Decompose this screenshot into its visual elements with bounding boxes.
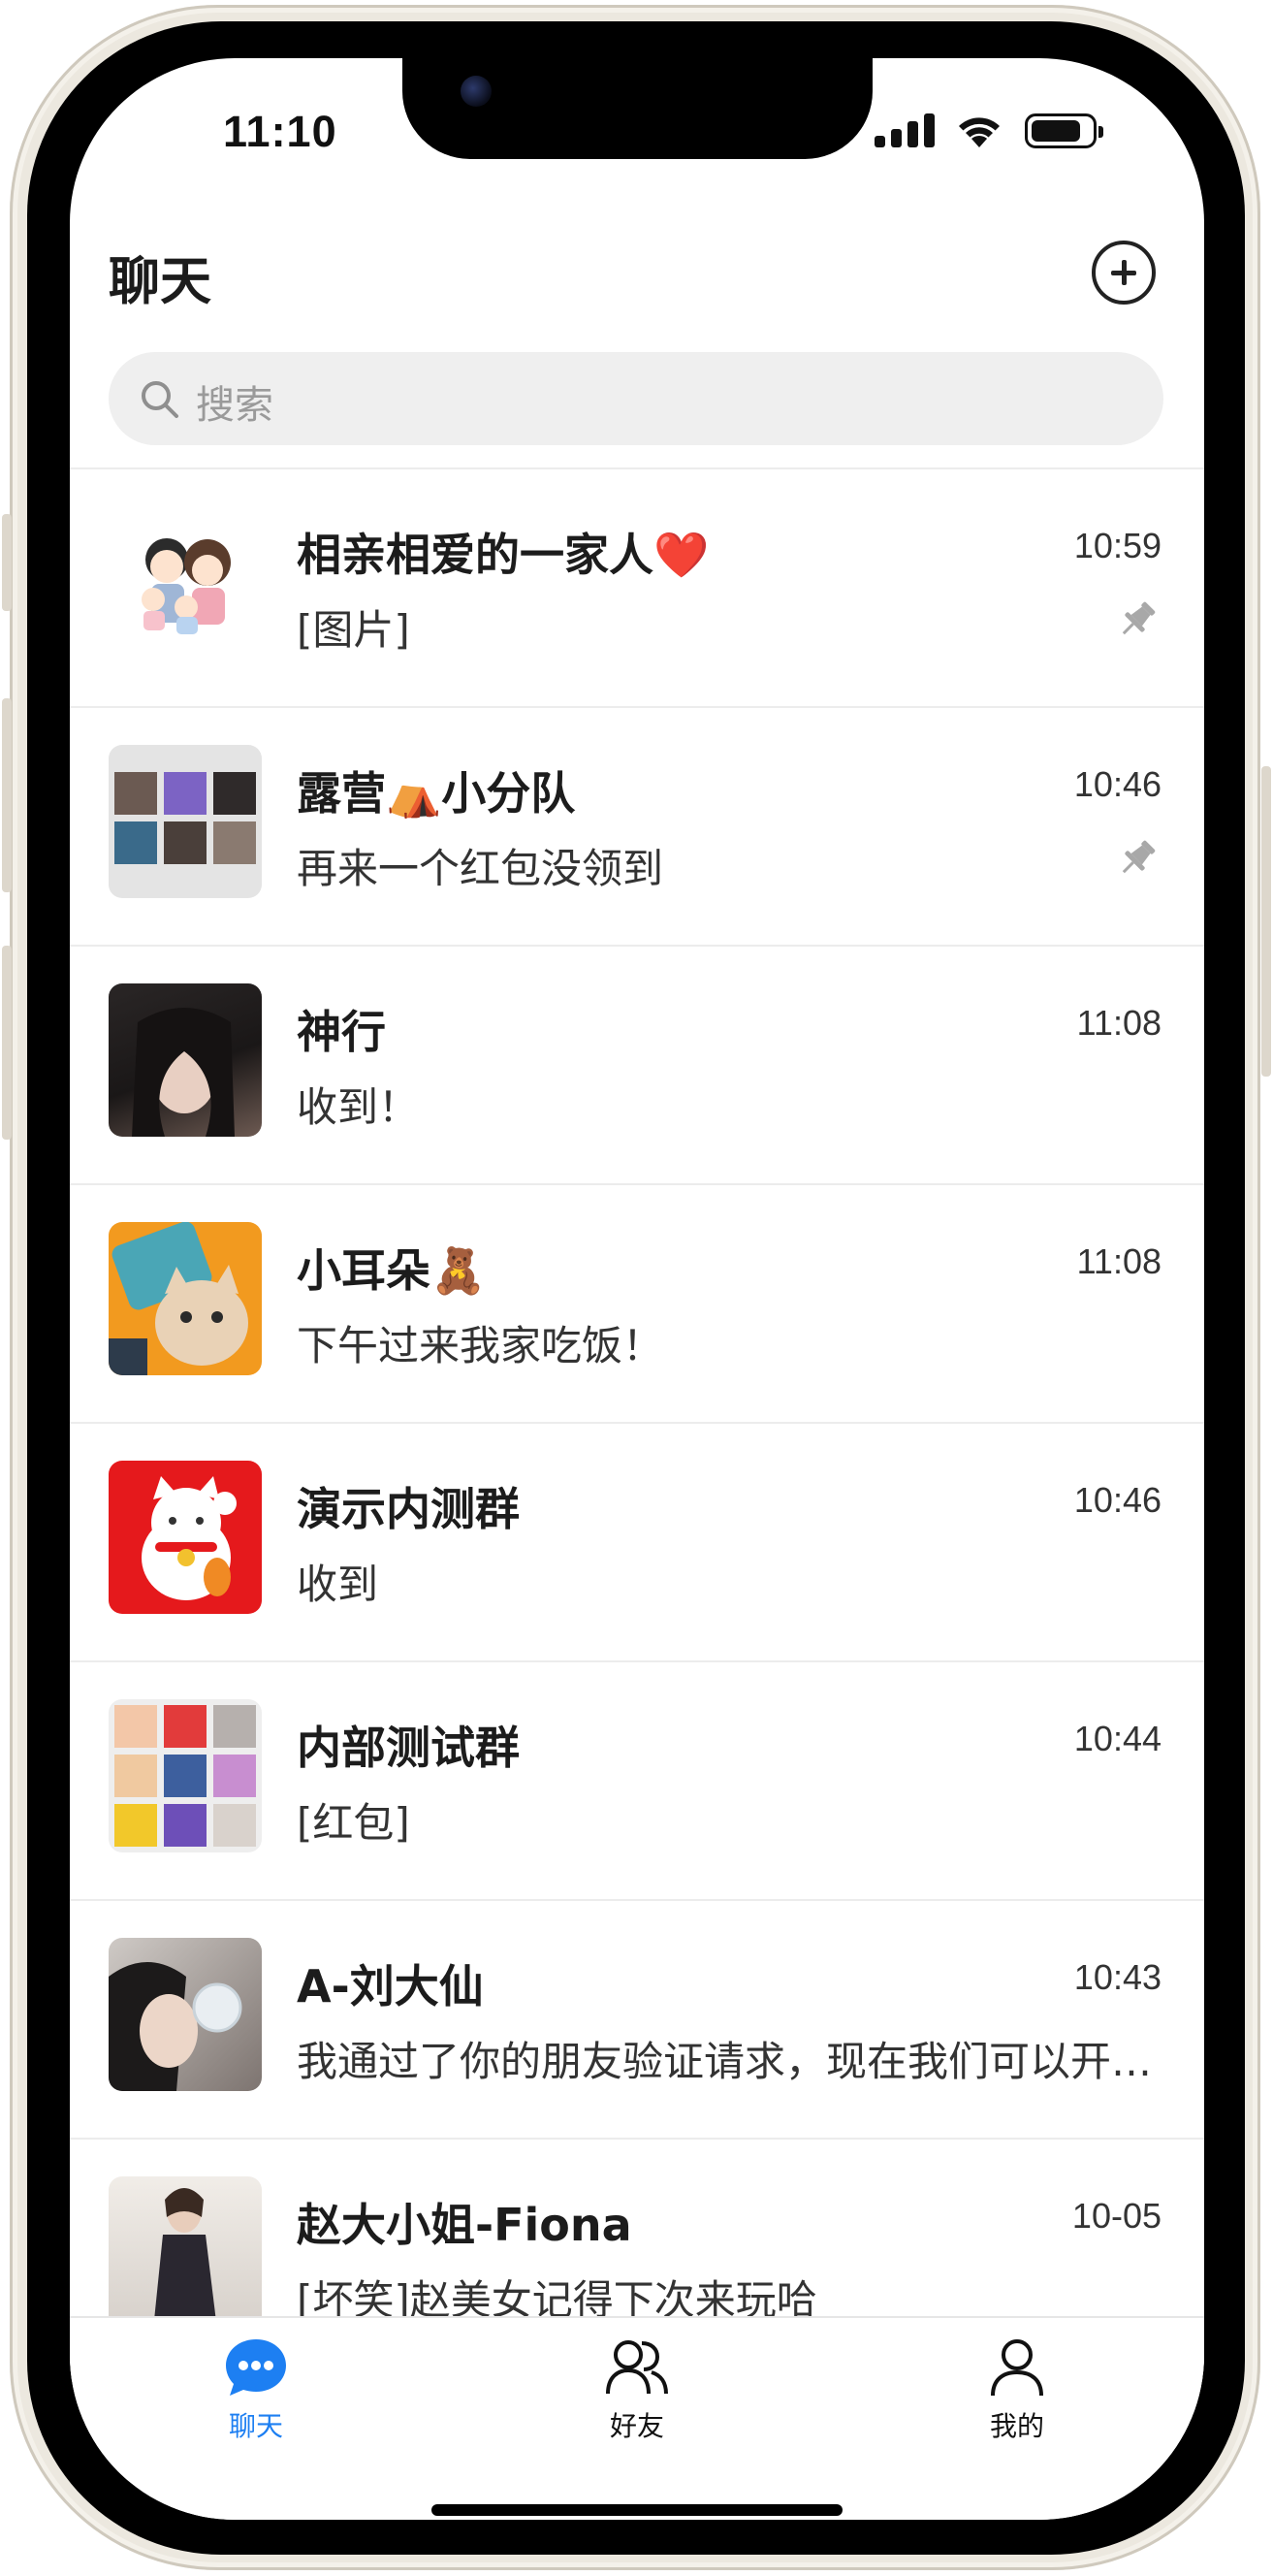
chat-name: 内部测试群: [297, 1722, 520, 1774]
power-button: [1261, 766, 1271, 1077]
search-icon: [142, 381, 178, 418]
tab-me[interactable]: 我的: [939, 2337, 1095, 2444]
chat-list: 相亲相爱的一家人❤️ 10:59 [图片] 露营⛺小分队 10:46 再来一个红…: [70, 467, 1204, 2378]
chat-name: 演示内测群: [297, 1483, 520, 1535]
chat-name: 相亲相爱的一家人❤️: [297, 529, 710, 581]
page-title: 聊天: [109, 252, 211, 311]
chat-preview: 收到: [297, 1561, 379, 1608]
chat-item[interactable]: 内部测试群 10:44 [红包]: [70, 1662, 1204, 1901]
photo-avatar: [109, 983, 262, 1137]
chat-name: 神行: [297, 1006, 386, 1058]
mute-switch: [2, 514, 12, 611]
chat-time: 10:44: [1073, 1719, 1162, 1758]
phone-screen: 11:10 聊天 搜索 相亲相爱的一家人❤️ 10:59 [图片] 露营⛺小分队…: [70, 58, 1204, 2520]
photo-avatar: [109, 2176, 262, 2330]
chat-preview: [图片]: [297, 606, 410, 654]
chat-time: 10:46: [1073, 764, 1162, 804]
status-time: 11:10: [223, 107, 337, 156]
family-cartoon-avatar: [109, 506, 262, 660]
tab-label: 聊天: [228, 2410, 283, 2442]
chat-item[interactable]: 神行 11:08 收到！: [70, 947, 1204, 1185]
lucky-cat-avatar: [109, 1461, 262, 1614]
chat-time: 10:43: [1073, 1957, 1162, 1997]
chat-bubble-icon: [226, 2339, 286, 2396]
tab-friends[interactable]: 好友: [559, 2337, 715, 2444]
chat-time: 11:08: [1076, 1003, 1162, 1043]
tab-label: 好友: [609, 2410, 664, 2442]
front-camera: [461, 76, 492, 107]
chat-item[interactable]: 相亲相爱的一家人❤️ 10:59 [图片]: [70, 469, 1204, 708]
chat-preview: 我通过了你的朋友验证请求，现在我们可以开始聊天了: [297, 2038, 1169, 2085]
chat-item[interactable]: 演示内测群 10:46 收到: [70, 1424, 1204, 1662]
chat-preview: 收到！: [297, 1083, 420, 1131]
home-indicator[interactable]: [431, 2504, 843, 2516]
volume-up-button: [2, 698, 12, 892]
chat-preview: [红包]: [297, 1799, 410, 1847]
notch: [402, 58, 873, 159]
chat-time: 10-05: [1071, 2196, 1162, 2236]
chat-item[interactable]: 小耳朵🧸 11:08 下午过来我家吃饭！: [70, 1185, 1204, 1424]
search-input[interactable]: 搜索: [109, 352, 1163, 445]
chat-preview: 下午过来我家吃饭！: [297, 1322, 664, 1369]
friends-icon: [606, 2340, 668, 2395]
wifi-icon: [959, 117, 1000, 147]
chat-name: 赵大小姐-Fiona: [297, 2199, 632, 2251]
battery-icon: [1025, 113, 1103, 148]
chat-item[interactable]: A-刘大仙 10:43 我通过了你的朋友验证请求，现在我们可以开始聊天了: [70, 1901, 1204, 2140]
cat-cartoon-avatar: [109, 1222, 262, 1375]
person-icon: [991, 2339, 1043, 2397]
tab-bar: 聊天 好友 我的: [70, 2316, 1204, 2520]
chat-time: 11:08: [1076, 1241, 1162, 1281]
photo-avatar: [109, 1938, 262, 2091]
chat-name: A-刘大仙: [297, 1960, 484, 2012]
chat-time: 10:59: [1073, 526, 1162, 565]
volume-down-button: [2, 946, 12, 1140]
chat-item[interactable]: 露营⛺小分队 10:46 再来一个红包没领到: [70, 708, 1204, 947]
cellular-signal-icon: [875, 113, 937, 147]
tab-label: 我的: [989, 2410, 1044, 2442]
chat-preview: 再来一个红包没领到: [297, 845, 664, 892]
tab-chat[interactable]: 聊天: [178, 2337, 334, 2444]
pin-icon: [1122, 601, 1156, 635]
group-collage-avatar: [109, 1699, 262, 1852]
chat-time: 10:46: [1073, 1480, 1162, 1520]
group-collage-avatar: [109, 745, 262, 898]
search-placeholder: 搜索: [196, 383, 273, 428]
add-button[interactable]: [1092, 241, 1156, 305]
chat-name: 露营⛺小分队: [297, 767, 576, 820]
pin-icon: [1122, 840, 1156, 874]
chat-name: 小耳朵🧸: [297, 1244, 487, 1297]
